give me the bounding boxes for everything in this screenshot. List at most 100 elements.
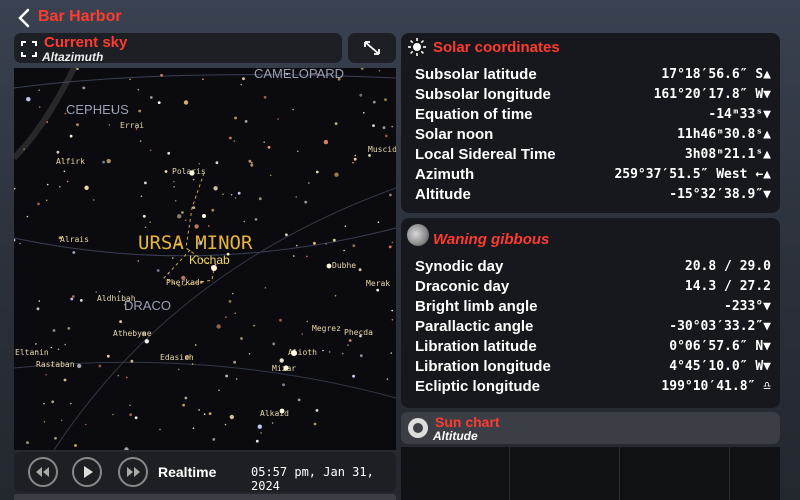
star	[85, 423, 87, 426]
star	[359, 354, 363, 358]
star	[149, 96, 153, 99]
constellation-label: URSA MINOR	[138, 232, 253, 254]
moon-property-row[interactable]: Ecliptic longitude 199°10′41.8″ ♎	[415, 378, 771, 398]
star	[213, 186, 218, 191]
solar-coordinate-label: Solar noon	[415, 126, 494, 143]
star	[240, 83, 243, 86]
star	[38, 89, 40, 91]
solar-coordinates-panel: Solar coordinates Subsolar latitude 17°18…	[401, 33, 780, 213]
solar-coordinate-row[interactable]: Subsolar longitude 161°20′17.8″ W▼	[415, 86, 771, 106]
star	[337, 77, 341, 81]
star	[112, 413, 114, 416]
star	[240, 337, 243, 340]
moon-property-row[interactable]: Bright limb angle -233°▼	[415, 298, 771, 318]
star	[144, 226, 147, 229]
chevron-left-icon	[18, 8, 30, 28]
solar-coordinate-value: 17°18′56.6″ S▲	[661, 67, 771, 82]
star	[248, 353, 251, 355]
solar-coordinate-row[interactable]: Azimuth 259°37′51.5″ West ←▲	[415, 166, 771, 186]
star	[51, 400, 55, 404]
star	[192, 427, 195, 430]
star	[137, 260, 140, 262]
rewind-button[interactable]	[28, 457, 58, 487]
star	[58, 236, 62, 240]
star	[174, 200, 177, 202]
realtime-toggle[interactable]: Realtime	[158, 464, 216, 480]
focus-frame-icon	[21, 41, 37, 57]
target-icon	[408, 418, 428, 438]
back-button[interactable]	[14, 7, 36, 29]
star	[216, 324, 221, 329]
sun-chart-subtitle: Altitude	[433, 429, 478, 443]
moon-property-row[interactable]: Libration longitude 4°45′10.0″ W▼	[415, 358, 771, 378]
star	[382, 126, 386, 130]
star	[164, 170, 168, 173]
star	[144, 181, 147, 185]
star	[359, 334, 362, 338]
star	[360, 68, 364, 70]
star	[358, 268, 362, 272]
moon-property-row[interactable]: Draconic day 14.3 / 27.2	[415, 278, 771, 298]
star	[334, 294, 337, 297]
star	[19, 242, 21, 245]
moon-property-value: 14.3 / 27.2	[684, 279, 771, 294]
star	[232, 292, 234, 295]
star	[243, 220, 246, 223]
star	[328, 351, 331, 353]
sun-chart-area[interactable]	[401, 447, 780, 500]
solar-coordinate-value: 3h08ᵐ21.1ˢ▲	[684, 147, 771, 162]
star	[199, 280, 203, 284]
moon-property-row[interactable]: Libration latitude 0°06′57.6″ N▼	[415, 338, 771, 358]
star	[156, 269, 160, 272]
star-label: Eltanin	[15, 348, 49, 357]
current-datetime[interactable]: 05:57 pm, Jan 31, 2024	[251, 465, 396, 493]
moon-property-row[interactable]: Parallactic angle -30°03′33.2″▼	[415, 318, 771, 338]
star	[353, 157, 357, 161]
star	[277, 118, 279, 120]
star	[46, 183, 49, 186]
sky-view-subtitle: Altazimuth	[42, 50, 104, 64]
star	[316, 73, 318, 75]
bright-star	[202, 214, 206, 218]
star	[386, 378, 389, 380]
fast-forward-button[interactable]	[118, 457, 148, 487]
star	[38, 300, 41, 302]
play-button[interactable]	[72, 457, 102, 487]
star	[76, 123, 79, 127]
star	[203, 413, 206, 416]
star	[258, 197, 262, 201]
star	[348, 339, 352, 342]
chart-gridline	[619, 447, 620, 500]
star	[253, 324, 255, 327]
star-label: Megrez	[312, 324, 341, 333]
sky-view-header[interactable]: Current sky Altazimuth	[14, 33, 342, 64]
star	[77, 68, 79, 70]
star	[137, 88, 140, 91]
star	[72, 295, 75, 298]
star	[191, 363, 194, 365]
star	[295, 196, 298, 198]
solar-coordinate-row[interactable]: Solar noon 11h46ᵐ30.8ˢ▲	[415, 126, 771, 146]
star	[26, 97, 31, 102]
star	[141, 331, 147, 337]
top-bar: Bar Harbor	[0, 0, 800, 34]
expand-button[interactable]	[348, 33, 396, 63]
star	[211, 208, 215, 212]
star	[183, 100, 189, 105]
star	[135, 128, 138, 130]
sun-chart-header[interactable]: Sun chart Altitude	[401, 412, 780, 444]
solar-coordinate-row[interactable]: Subsolar latitude 17°18′56.6″ S▲	[415, 66, 771, 86]
star	[315, 409, 319, 412]
sky-map[interactable]: CAMELOPARD CEPHEUS URSA MINOR DRACO Erra…	[14, 68, 396, 450]
solar-coordinate-label: Equation of time	[415, 106, 533, 123]
star	[260, 432, 262, 434]
star	[64, 112, 67, 115]
location-title[interactable]: Bar Harbor	[38, 8, 122, 26]
solar-coordinate-row[interactable]: Local Sidereal Time 3h08ᵐ21.1ˢ▲	[415, 146, 771, 166]
star	[43, 402, 45, 405]
star	[198, 409, 200, 411]
solar-coordinate-row[interactable]: Altitude -15°32′38.9″▼	[415, 186, 771, 206]
solar-coordinate-row[interactable]: Equation of time -14ᵐ33ˢ▼	[415, 106, 771, 126]
star	[212, 438, 216, 441]
moon-property-row[interactable]: Synodic day 20.8 / 29.0	[415, 258, 771, 278]
